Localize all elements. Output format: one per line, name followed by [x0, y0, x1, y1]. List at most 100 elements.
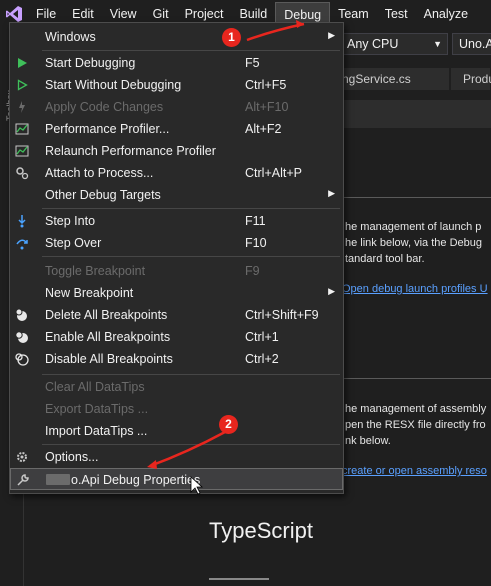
- menu-separator: [42, 256, 340, 257]
- hot-reload-icon: [14, 99, 30, 115]
- menu-item-debug-properties[interactable]: o.Api Debug Properties: [10, 468, 343, 490]
- enable-breakpoints-icon: [14, 329, 30, 345]
- typescript-heading: TypeScript: [209, 518, 313, 543]
- launch-profiles-link[interactable]: Open debug launch profiles U: [342, 283, 488, 295]
- attach-gear-icon: [14, 165, 30, 181]
- menu-item-label: Export DataTips ...: [45, 402, 149, 416]
- menu-item-label: Enable All Breakpoints: [45, 330, 171, 344]
- step-over-icon: [14, 235, 30, 251]
- tab-label: Produc: [463, 72, 491, 86]
- menu-item-relaunch-performance-profiler[interactable]: Relaunch Performance Profiler: [10, 140, 343, 162]
- menu-item-label: Apply Code Changes: [45, 100, 164, 114]
- partial-text: [209, 578, 269, 586]
- menu-item-performance-profiler[interactable]: Performance Profiler... Alt+F2: [10, 118, 343, 140]
- menu-item-label: Delete All Breakpoints: [45, 308, 168, 322]
- menu-item-label: Start Debugging: [45, 56, 136, 70]
- startup-project-dropdown[interactable]: Uno.A: [452, 33, 491, 55]
- debug-menu: Windows ▶ Start Debugging F5 Start Witho…: [9, 22, 344, 494]
- platform-value: Any CPU: [347, 37, 399, 51]
- redacted-text: [46, 474, 70, 485]
- doc-text-line: he management of launch p: [345, 221, 482, 233]
- menu-item-shortcut: Ctrl+2: [245, 352, 279, 366]
- menu-item-shortcut: Ctrl+1: [245, 330, 279, 344]
- menu-analyze[interactable]: Analyze: [416, 2, 476, 26]
- tab-label: ngService.cs: [342, 72, 411, 86]
- menu-item-new-breakpoint[interactable]: New Breakpoint ▶: [10, 282, 343, 304]
- tab-product[interactable]: Produc: [451, 68, 491, 90]
- menu-item-label: Step Over: [45, 236, 102, 250]
- step-into-icon: [14, 213, 30, 229]
- menu-item-step-into[interactable]: Step Into F11: [10, 210, 343, 232]
- menu-item-shortcut: F11: [245, 214, 266, 228]
- menu-item-other-debug-targets[interactable]: Other Debug Targets ▶: [10, 184, 343, 206]
- doc-text-line: tandard tool bar.: [345, 253, 425, 265]
- menu-item-shortcut: F5: [245, 56, 260, 70]
- menu-item-shortcut: Alt+F10: [245, 100, 289, 114]
- tab-bar: ngService.cs Produc: [330, 68, 491, 90]
- menu-item-start-without-debugging[interactable]: Start Without Debugging Ctrl+F5: [10, 74, 343, 96]
- menu-item-attach-to-process[interactable]: Attach to Process... Ctrl+Alt+P: [10, 162, 343, 184]
- menu-item-label: Options...: [45, 450, 99, 464]
- tab-service[interactable]: ngService.cs: [330, 68, 450, 90]
- menu-item-label: Toggle Breakpoint: [45, 264, 146, 278]
- menu-item-shortcut: Ctrl+Alt+P: [245, 166, 302, 180]
- play-filled-icon: [14, 55, 30, 71]
- menu-item-label: o.Api Debug Properties: [46, 473, 200, 487]
- doc-text-line: he management of assembly: [345, 403, 487, 415]
- menu-item-shortcut: F9: [245, 264, 260, 278]
- profiler-relaunch-icon: [14, 143, 30, 159]
- toolbar: Any CPU ▼ Uno.A: [330, 30, 491, 58]
- startup-project-value: Uno.A: [459, 37, 491, 51]
- menu-item-label-text: o.Api Debug Properties: [71, 473, 201, 487]
- annotation-badge-1: 1: [222, 28, 241, 47]
- menu-item-label: Import DataTips ...: [45, 424, 148, 438]
- menu-item-disable-all-breakpoints[interactable]: Disable All Breakpoints Ctrl+2: [10, 348, 343, 370]
- submenu-arrow-icon: ▶: [328, 286, 335, 296]
- menu-item-label: New Breakpoint: [45, 286, 134, 300]
- menu-item-shortcut: Ctrl+F5: [245, 78, 287, 92]
- wrench-icon: [15, 472, 31, 488]
- document-header-band: [330, 100, 491, 128]
- menu-separator: [42, 50, 340, 51]
- disable-breakpoints-icon: [14, 351, 30, 367]
- submenu-arrow-icon: ▶: [328, 30, 335, 40]
- submenu-arrow-icon: ▶: [328, 188, 335, 198]
- profiler-icon: [14, 121, 30, 137]
- menu-item-label: Other Debug Targets: [45, 188, 161, 202]
- menu-item-shortcut: Ctrl+Shift+F9: [245, 308, 319, 322]
- menu-separator: [42, 444, 340, 445]
- menu-item-options[interactable]: Options...: [10, 446, 343, 468]
- menu-test[interactable]: Test: [377, 2, 416, 26]
- menu-item-label: Performance Profiler...: [45, 122, 170, 136]
- doc-text-line: pen the RESX file directly fro: [345, 419, 486, 431]
- menu-item-delete-all-breakpoints[interactable]: Delete All Breakpoints Ctrl+Shift+F9: [10, 304, 343, 326]
- menu-item-label: Relaunch Performance Profiler: [45, 144, 216, 158]
- menu-item-shortcut: F10: [245, 236, 267, 250]
- menu-item-start-debugging[interactable]: Start Debugging F5: [10, 52, 343, 74]
- doc-text-line: he link below, via the Debug: [345, 237, 482, 249]
- menu-item-clear-all-datatips: Clear All DataTips: [10, 376, 343, 398]
- menu-item-shortcut: Alt+F2: [245, 122, 282, 136]
- menu-item-label: Disable All Breakpoints: [45, 352, 173, 366]
- menu-item-label: Windows: [45, 30, 96, 44]
- menu-item-step-over[interactable]: Step Over F10: [10, 232, 343, 254]
- menu-item-label: Clear All DataTips: [45, 380, 145, 394]
- menu-item-enable-all-breakpoints[interactable]: Enable All Breakpoints Ctrl+1: [10, 326, 343, 348]
- menu-separator: [42, 208, 340, 209]
- menu-item-import-datatips[interactable]: Import DataTips ...: [10, 420, 343, 442]
- menu-item-label: Start Without Debugging: [45, 78, 182, 92]
- menu-item-label: Step Into: [45, 214, 96, 228]
- annotation-badge-2: 2: [219, 415, 238, 434]
- menu-item-toggle-breakpoint: Toggle Breakpoint F9: [10, 260, 343, 282]
- assembly-resources-link[interactable]: create or open assembly reso: [342, 465, 487, 477]
- platform-dropdown[interactable]: Any CPU ▼: [340, 33, 448, 55]
- menu-item-label: Attach to Process...: [45, 166, 154, 180]
- menu-separator: [42, 374, 340, 375]
- menu-item-export-datatips: Export DataTips ...: [10, 398, 343, 420]
- play-outline-icon: [14, 77, 30, 93]
- delete-breakpoints-icon: [14, 307, 30, 323]
- menu-item-apply-code-changes: Apply Code Changes Alt+F10: [10, 96, 343, 118]
- doc-text-line: nk below.: [345, 435, 391, 447]
- gear-icon: [14, 449, 30, 465]
- menu-item-windows[interactable]: Windows ▶: [10, 26, 343, 48]
